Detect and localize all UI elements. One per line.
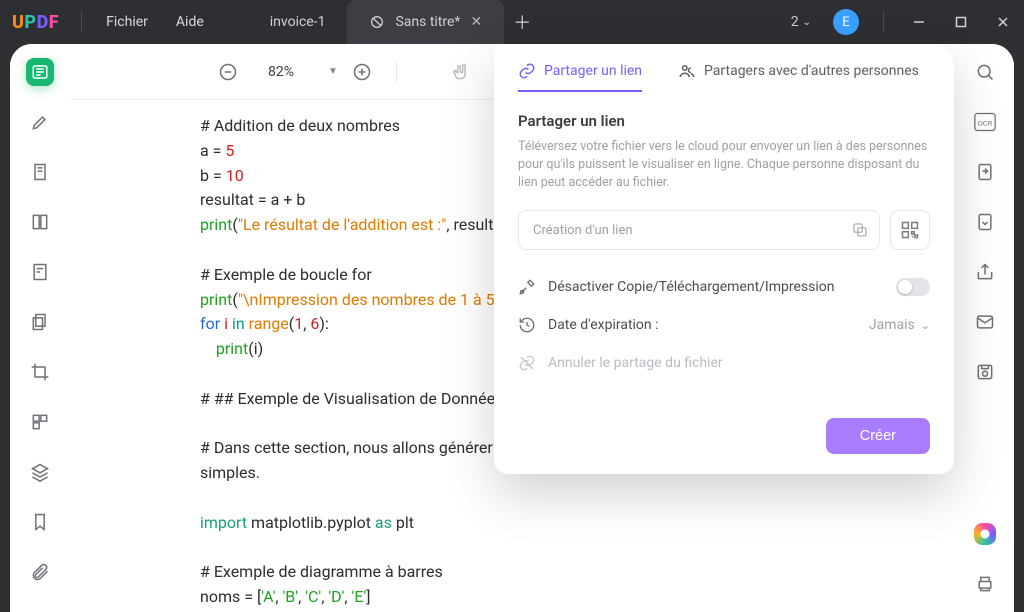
new-tab-button[interactable]: ＋: [504, 0, 540, 44]
expiration-value[interactable]: Jamais ⌄: [869, 317, 930, 333]
copy-icon[interactable]: [851, 221, 869, 239]
form-icon[interactable]: [26, 258, 54, 286]
ai-assistant-icon[interactable]: [971, 520, 999, 548]
panel-heading: Partager un lien: [518, 112, 930, 130]
link-icon: [518, 62, 536, 80]
share-icon[interactable]: [971, 258, 999, 286]
chevron-down-icon: ⌄: [803, 17, 811, 28]
avatar[interactable]: E: [833, 9, 859, 35]
history-icon: [518, 316, 536, 334]
link-placeholder: Création d'un lien: [533, 223, 633, 238]
unsaved-icon: [369, 14, 385, 30]
option-label: Annuler le partage du fichier: [548, 355, 930, 371]
chevron-down-icon[interactable]: ▼: [328, 66, 338, 77]
left-rail: [10, 44, 70, 612]
option-label: Date d'expiration :: [548, 317, 857, 333]
zoom-out-button[interactable]: [218, 62, 238, 82]
compress-icon[interactable]: [971, 208, 999, 236]
attachment-icon[interactable]: [26, 558, 54, 586]
qr-code-button[interactable]: [890, 210, 930, 250]
share-panel: Partager un lien Partagers avec d'autres…: [494, 44, 954, 474]
tools-icon: [518, 278, 536, 296]
tab-label: invoice-1: [270, 14, 326, 30]
ocr-icon[interactable]: OCR: [971, 108, 999, 136]
tab-share-people[interactable]: Partagers avec d'autres personnes: [678, 62, 919, 92]
tab-label: Partagers avec d'autres personnes: [704, 63, 919, 79]
tab-share-link[interactable]: Partager un lien: [518, 62, 642, 92]
close-icon[interactable]: ✕: [470, 14, 482, 30]
convert-icon[interactable]: [971, 158, 999, 186]
right-rail: OCR: [956, 44, 1014, 612]
code-line: [200, 486, 924, 511]
save-icon[interactable]: [971, 358, 999, 386]
option-expiration[interactable]: Date d'expiration : Jamais ⌄: [518, 306, 930, 344]
tab-untitled[interactable]: Sans titre* ✕: [347, 0, 504, 44]
organize-icon[interactable]: [26, 408, 54, 436]
menu-help[interactable]: Aide: [162, 14, 218, 30]
title-bar-right: 2 ⌄ E: [783, 7, 1020, 37]
zoom-in-button[interactable]: [352, 62, 372, 82]
print-icon[interactable]: [971, 570, 999, 598]
window-close-button[interactable]: [986, 7, 1020, 37]
zoom-level[interactable]: 82%: [252, 64, 310, 80]
hand-tool-icon[interactable]: [449, 62, 473, 82]
code-line: noms = ['A', 'B', 'C', 'D', 'E']: [200, 585, 924, 610]
code-line: # Exemple de diagramme à barres: [200, 560, 924, 585]
app-logo: UPDF: [12, 12, 59, 33]
reader-mode-icon[interactable]: [26, 58, 54, 86]
title-bar: UPDF Fichier Aide invoice-1 Sans titre* …: [0, 0, 1024, 44]
notification-count[interactable]: 2 ⌄: [783, 14, 819, 30]
link-field[interactable]: Création d'un lien: [518, 210, 880, 250]
code-line: import matplotlib.pyplot as plt: [200, 511, 924, 536]
menu-file[interactable]: Fichier: [92, 14, 162, 30]
window-minimize-button[interactable]: [902, 7, 936, 37]
option-cancel-share: Annuler le partage du fichier: [518, 344, 930, 382]
svg-text:OCR: OCR: [978, 120, 993, 127]
layers-icon[interactable]: [26, 458, 54, 486]
separator: [81, 11, 82, 33]
bookmark-icon[interactable]: [26, 508, 54, 536]
files-icon[interactable]: [26, 308, 54, 336]
tab-invoice[interactable]: invoice-1: [248, 0, 348, 44]
unlink-icon: [518, 354, 536, 372]
crop-icon[interactable]: [26, 358, 54, 386]
note-icon[interactable]: [26, 158, 54, 186]
separator: [883, 11, 884, 33]
code-line: [200, 536, 924, 561]
count-value: 2: [791, 14, 799, 30]
option-disable-copy[interactable]: Désactiver Copie/Téléchargement/Impressi…: [518, 268, 930, 306]
separator: [396, 61, 397, 83]
tab-label: Sans titre*: [395, 14, 460, 30]
search-icon[interactable]: [971, 58, 999, 86]
window-maximize-button[interactable]: [944, 7, 978, 37]
toggle-switch[interactable]: [896, 278, 930, 296]
panel-description: Téléversez votre fichier vers le cloud p…: [518, 138, 930, 192]
people-icon: [678, 62, 696, 80]
tab-strip: invoice-1 Sans titre* ✕ ＋: [248, 0, 540, 44]
create-button[interactable]: Créer: [826, 418, 930, 454]
chevron-down-icon: ⌄: [921, 319, 930, 332]
mail-icon[interactable]: [971, 308, 999, 336]
tab-label: Partager un lien: [544, 63, 642, 79]
book-icon[interactable]: [26, 208, 54, 236]
option-label: Désactiver Copie/Téléchargement/Impressi…: [548, 279, 884, 295]
highlighter-icon[interactable]: [26, 108, 54, 136]
